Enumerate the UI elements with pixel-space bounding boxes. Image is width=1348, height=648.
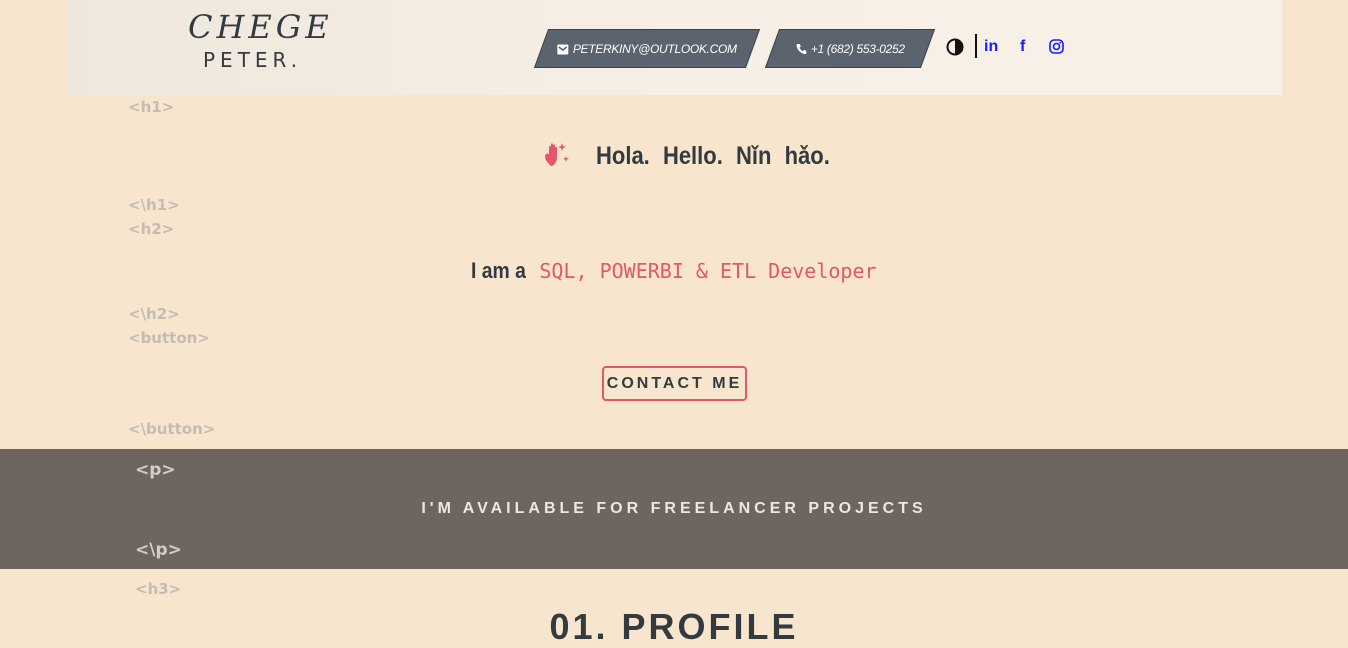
greeting-text: Hola. Hello. Nǐn hǎo. xyxy=(596,142,830,170)
role-lead: I am a xyxy=(471,258,526,283)
header-divider xyxy=(975,34,977,58)
logo-first-name[interactable]: CHEGE xyxy=(188,8,333,46)
phone-text: +1 (682) 553-0252 xyxy=(810,41,905,56)
contrast-icon[interactable] xyxy=(946,38,964,56)
tag-p-open: <p> xyxy=(135,460,176,480)
email-link[interactable]: PETERKINY@OUTLOOK.COM xyxy=(533,29,761,68)
linkedin-icon[interactable]: in xyxy=(984,38,998,56)
email-text: PETERKINY@OUTLOOK.COM xyxy=(573,41,737,56)
hero-role: I am a SQL, POWERBI & ETL Developer xyxy=(471,258,877,284)
section-title-profile: 01. PROFILE xyxy=(549,606,799,647)
instagram-icon[interactable] xyxy=(1049,39,1064,59)
tag-h1-open: <h1> xyxy=(128,98,175,116)
tag-button-open: <button> xyxy=(128,329,210,347)
tag-button-close: <\button> xyxy=(128,420,216,438)
tag-h2-close: <\h2> xyxy=(128,305,180,323)
facebook-icon[interactable]: f xyxy=(1020,38,1025,56)
waving-hand-icon xyxy=(540,138,572,175)
contact-me-button[interactable]: CONTACT ME xyxy=(602,366,747,401)
logo-last-name[interactable]: PETER. xyxy=(203,48,302,72)
tag-h3-open: <h3> xyxy=(135,580,182,598)
envelope-icon xyxy=(557,43,569,54)
role-text: SQL, POWERBI & ETL Developer xyxy=(539,259,877,283)
phone-icon xyxy=(796,43,807,55)
freelance-text: I'M AVAILABLE FOR FREELANCER PROJECTS xyxy=(421,500,927,517)
hero-greeting: Hola. Hello. Nǐn hǎo. xyxy=(540,138,862,175)
tag-p-close: <\p> xyxy=(135,540,182,560)
phone-link[interactable]: +1 (682) 553-0252 xyxy=(764,29,936,68)
tag-h1-close: <\h1> xyxy=(128,196,180,214)
tag-h2-open: <h2> xyxy=(128,220,175,238)
